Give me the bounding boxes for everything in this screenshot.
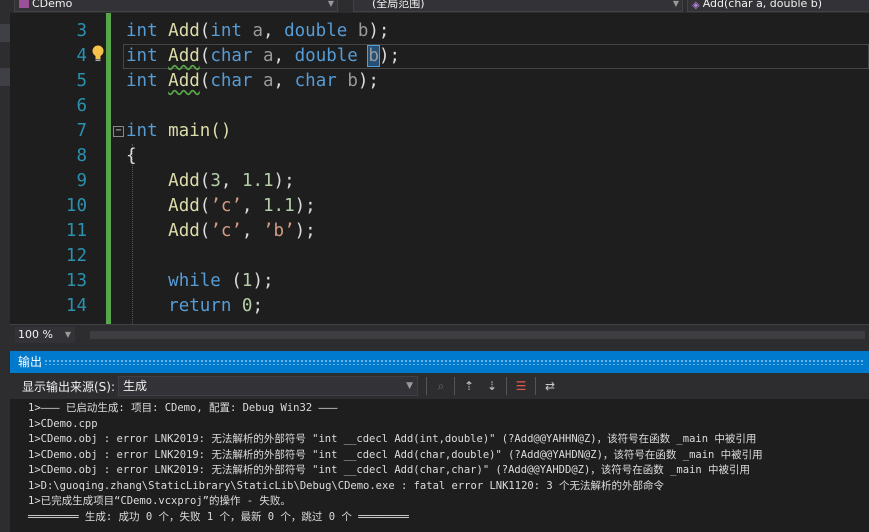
output-line: 1>CDemo.obj : error LNK2019: 无法解析的外部符号 "…	[28, 448, 763, 461]
line-number: 14	[65, 296, 87, 316]
zoom-value: 100 %	[18, 328, 53, 341]
line-number: 10	[65, 196, 87, 216]
project-name: CDemo	[32, 0, 73, 10]
text-cursor-selection: b	[367, 45, 380, 67]
chevron-down-icon: ▼	[672, 0, 679, 8]
chevron-down-icon: ▼	[327, 0, 334, 8]
line-number: 5	[76, 71, 87, 91]
line-number: 6	[76, 96, 87, 116]
find-message-icon[interactable]: ⌕	[432, 377, 450, 395]
member-dropdown[interactable]: ◈ Add(char a, double b)	[687, 0, 869, 12]
chevron-down-icon: ▼	[64, 330, 71, 339]
output-line: 1>CDemo.obj : error LNK2019: 无法解析的外部符号 "…	[28, 433, 757, 445]
output-text-area[interactable]: 1>——— 已启动生成: 项目: CDemo, 配置: Debug Win32 …	[10, 399, 869, 532]
line-number: 12	[65, 246, 87, 266]
code-line-3: int Add(int a, double b);	[126, 21, 390, 41]
output-line: 1>CDemo.cpp	[28, 417, 98, 430]
toolbar-separator	[506, 377, 507, 395]
code-line-5: int Add(char a, char b);	[126, 71, 379, 91]
code-line-7: int main()	[126, 121, 232, 141]
code-line-13: while (1);	[168, 271, 274, 291]
lightbulb-icon[interactable]	[90, 44, 106, 64]
horizontal-scrollbar[interactable]	[90, 331, 865, 339]
output-toolbar: 显示输出来源(S): 生成 ▼ ⌕ ⇡ ⇣ ☰ ⇄	[10, 373, 869, 399]
left-tool-strip	[0, 0, 10, 532]
navigation-bar: CDemo ▼ (全局范围) ▼ ◈ Add(char a, double b)	[10, 0, 869, 13]
tool-window-tab[interactable]	[0, 68, 10, 86]
line-number: 3	[76, 21, 87, 41]
line-number: 7	[76, 121, 87, 141]
code-line-14: return 0;	[168, 296, 264, 316]
scope-name: (全局范围)	[372, 0, 425, 10]
line-number: 9	[76, 171, 87, 191]
code-line-11: Add(’c’, ’b’);	[168, 221, 316, 241]
editor-status-strip: 100 % ▼	[10, 324, 869, 344]
project-dropdown[interactable]: CDemo ▼	[14, 0, 338, 12]
output-line: 1>CDemo.obj : error LNK2019: 无法解析的外部符号 "…	[28, 464, 751, 476]
output-title: 输出	[18, 355, 43, 369]
change-tracking-bar	[106, 13, 111, 324]
output-line: 1>D:\guoqing.zhang\StaticLibrary\StaticL…	[28, 479, 665, 492]
zoom-dropdown[interactable]: 100 % ▼	[15, 327, 75, 343]
panel-splitter[interactable]	[10, 344, 869, 351]
code-line-10: Add(’c’, 1.1);	[168, 196, 316, 216]
output-source-dropdown[interactable]: 生成 ▼	[118, 376, 418, 396]
line-number: 11	[65, 221, 87, 241]
output-panel-title: 输出	[10, 351, 869, 373]
line-number: 8	[76, 146, 87, 166]
output-source-value: 生成	[123, 379, 148, 393]
code-line-4: int Add(char a, double b);	[126, 45, 401, 67]
output-source-label: 显示输出来源(S):	[22, 380, 116, 394]
previous-message-icon[interactable]: ⇡	[460, 377, 478, 395]
function-icon: ◈	[692, 0, 700, 11]
scope-dropdown[interactable]: (全局范围) ▼	[353, 0, 683, 12]
cpp-file-icon	[19, 0, 29, 8]
tool-window-tab[interactable]	[0, 24, 10, 42]
line-number: 13	[65, 271, 87, 291]
output-line: 1>已完成生成项目“CDemo.vcxproj”的操作 - 失败。	[28, 495, 291, 507]
toolbar-separator	[426, 377, 427, 395]
code-editor[interactable]: 3 4 5 6 7 8 9 10 11 12 13 14 − int Add(i…	[10, 13, 869, 324]
output-line: ════════ 生成: 成功 0 个，失败 1 个，最新 0 个，跳过 0 个…	[28, 510, 409, 523]
collapse-icon[interactable]: −	[113, 126, 124, 137]
member-name: Add(char a, double b)	[702, 0, 823, 10]
next-message-icon[interactable]: ⇣	[483, 377, 501, 395]
chevron-down-icon: ▼	[406, 381, 413, 391]
output-line: 1>——— 已启动生成: 项目: CDemo, 配置: Debug Win32 …	[28, 402, 338, 414]
word-wrap-icon[interactable]: ⇄	[541, 377, 559, 395]
clear-all-icon[interactable]: ☰	[512, 377, 530, 395]
toolbar-separator	[535, 377, 536, 395]
code-line-8: {	[126, 146, 137, 166]
toolbar-separator	[454, 377, 455, 395]
line-number: 4	[76, 46, 87, 66]
drag-grip[interactable]	[44, 359, 865, 365]
line-number-gutter: 3 4 5 6 7 8 9 10 11 12 13 14	[10, 13, 90, 324]
code-line-9: Add(3, 1.1);	[168, 171, 295, 191]
